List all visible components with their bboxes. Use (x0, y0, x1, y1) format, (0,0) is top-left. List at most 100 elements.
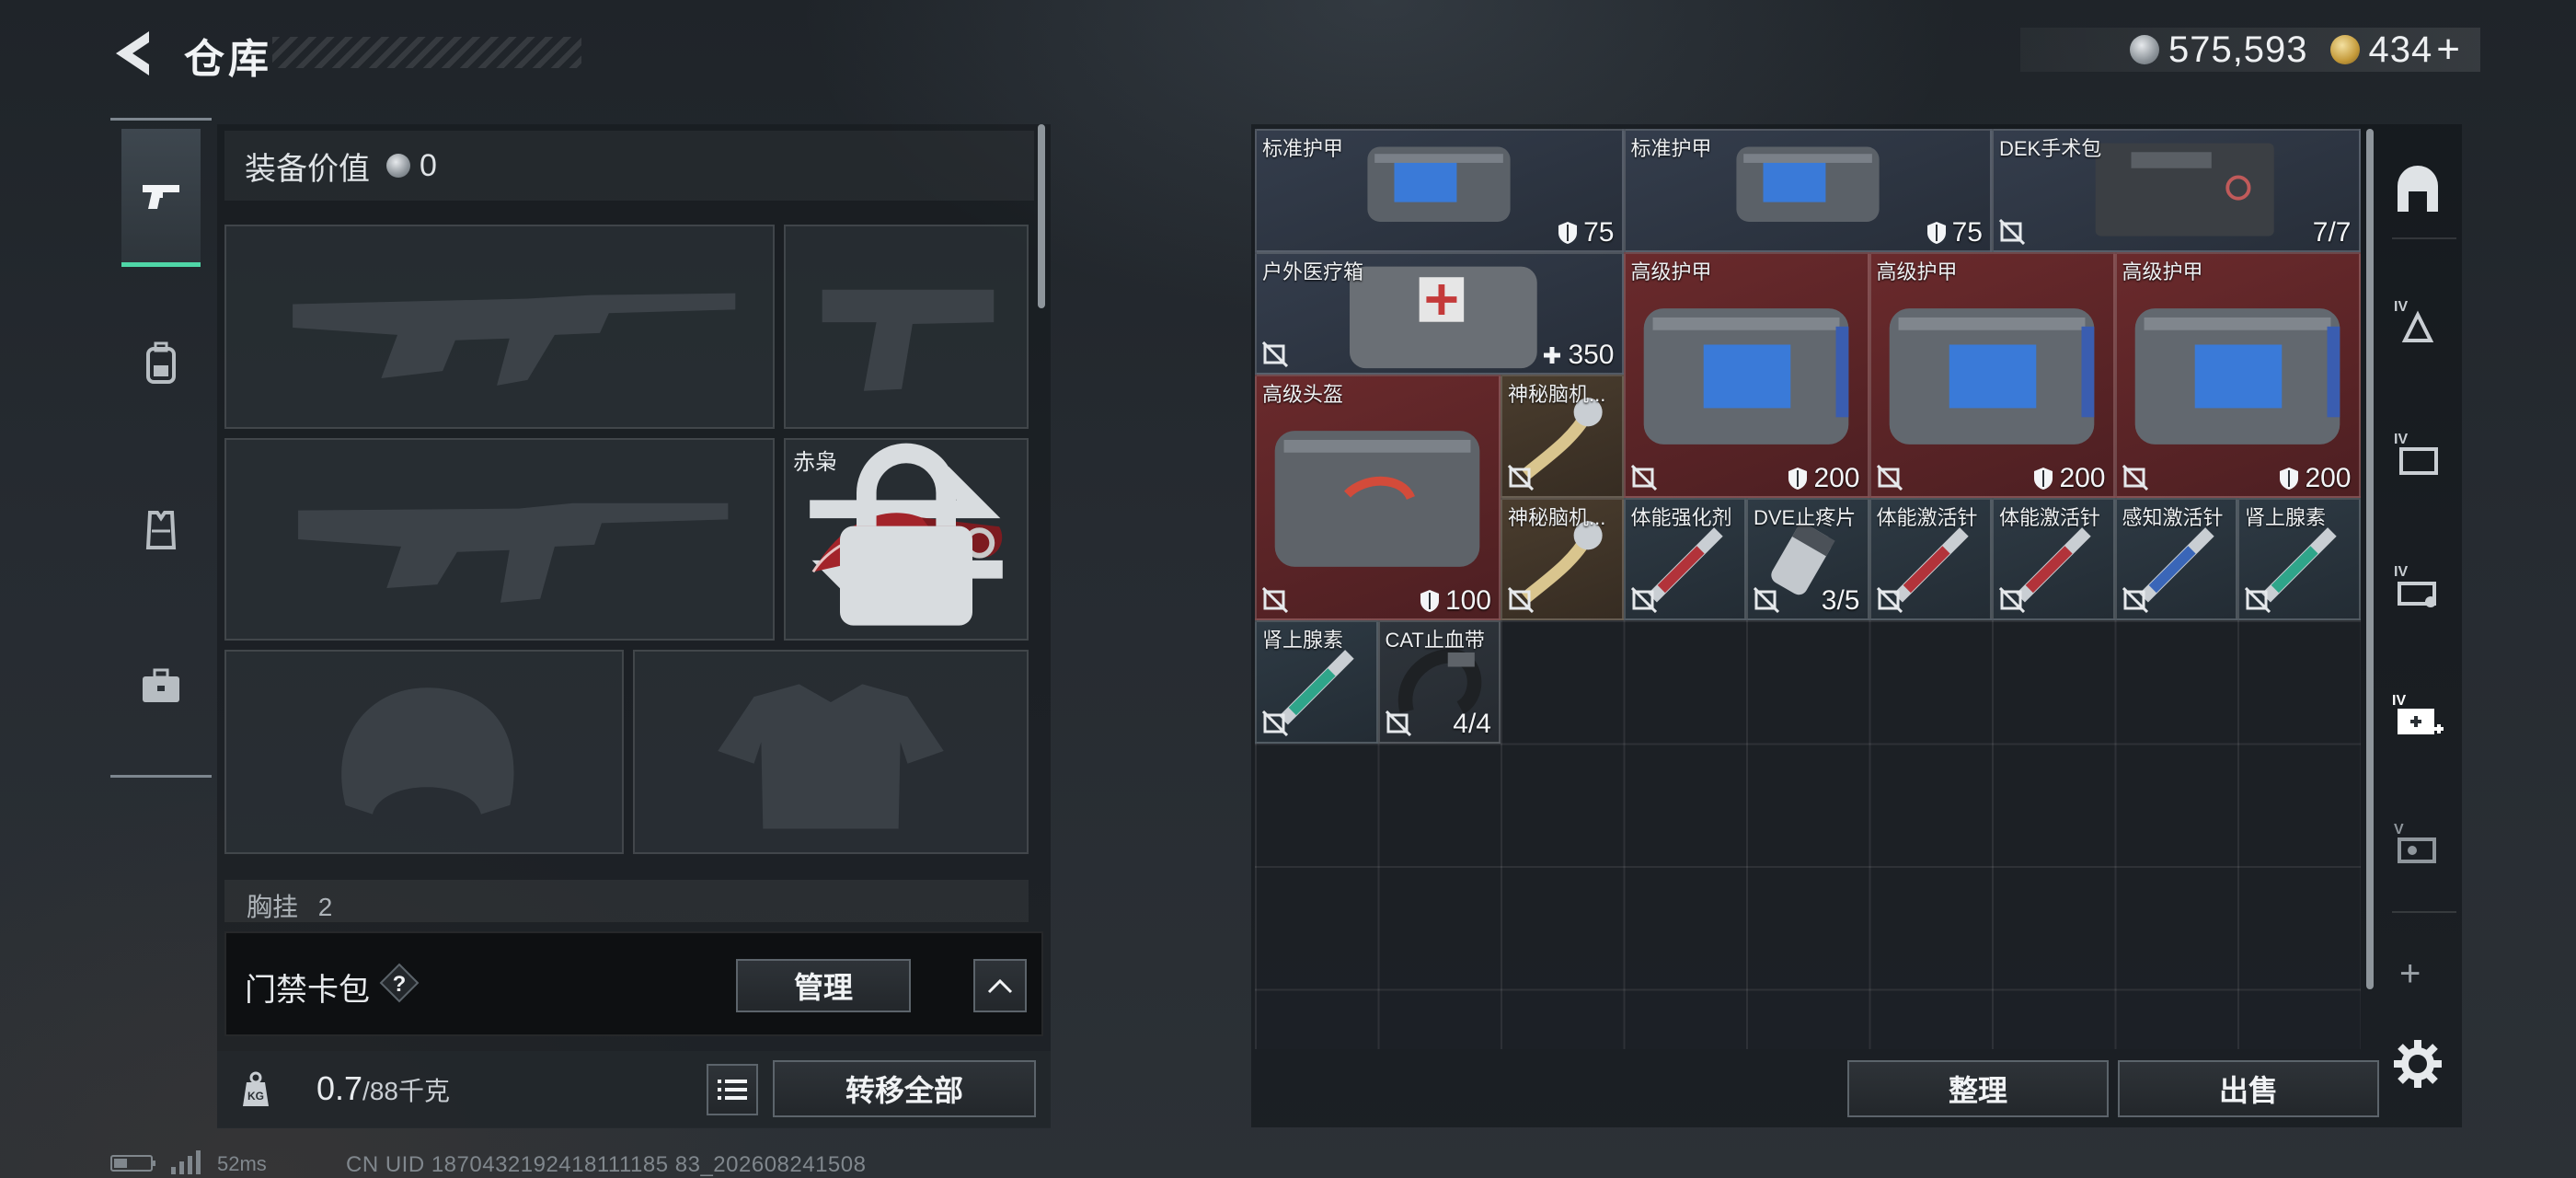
manage-button[interactable]: 管理 (736, 959, 911, 1012)
backpack-icon (146, 341, 176, 384)
tabs-top-divider (110, 118, 212, 121)
list-view-button[interactable] (707, 1064, 758, 1115)
stash-item[interactable]: 标准护甲 75 (1255, 129, 1624, 252)
item-stat: 200 (1788, 463, 1860, 494)
collapse-button[interactable] (973, 959, 1027, 1012)
gold-coin-icon (2329, 35, 2360, 64)
tier4-armor-icon[interactable]: IV (2390, 294, 2445, 350)
stash-item[interactable]: 肾上腺素 (2237, 497, 2361, 620)
tab-case[interactable] (121, 617, 201, 755)
stash-item[interactable]: 高级头盔 100 (1255, 375, 1501, 620)
tab-backpack[interactable] (121, 294, 201, 433)
signal-icon (171, 1150, 201, 1174)
gear-icon[interactable] (2392, 1038, 2444, 1090)
item-name: DVE止疼片 (1754, 505, 1857, 529)
uninsured-icon (1262, 341, 1288, 367)
user-uid: CN UID 1870432192418111185 83_2026082415… (346, 1152, 867, 1177)
sidearm-slot[interactable] (784, 225, 1029, 429)
chest-rig-slot[interactable]: 胸挂 2 (224, 880, 1029, 922)
uninsured-icon (1630, 587, 1657, 613)
help-icon[interactable]: ? (379, 963, 420, 1003)
helmet-silhouette-icon (341, 687, 514, 814)
keycard-wallet-bar: 门禁卡包 ? 管理 (224, 931, 1043, 1036)
primary-weapon-slot[interactable] (224, 225, 775, 429)
melee-slot[interactable]: 赤枭 (784, 438, 1029, 641)
uninsured-icon (1999, 587, 2025, 613)
keycard-label: 门禁卡包 (245, 973, 370, 1008)
pistol-icon (143, 184, 179, 209)
stash-item[interactable]: 体能激活针 (1992, 497, 2115, 620)
uninsured-icon (1754, 587, 1779, 613)
add-container-button[interactable]: + (2399, 953, 2421, 995)
transfer-all-button[interactable]: 转移全部 (773, 1060, 1036, 1117)
armor-slot[interactable] (633, 650, 1029, 854)
uninsured-icon (1876, 587, 1903, 613)
stash-item[interactable]: DEK手术包 7/7 (1992, 129, 2361, 252)
stash-item[interactable]: 肾上腺素 (1255, 620, 1378, 744)
tier4-card-icon[interactable]: IV (2390, 560, 2445, 615)
gold-add-button[interactable]: + (2436, 27, 2460, 73)
stash-item[interactable]: 高级护甲 200 (1869, 251, 2115, 498)
silver-coin-icon (386, 154, 410, 178)
tier4-folder-icon[interactable]: IV (2390, 427, 2445, 482)
secondary-weapon-slot[interactable] (224, 438, 775, 641)
battery-icon (110, 1155, 155, 1172)
silver-amount: 575,593 (2168, 29, 2308, 70)
rifle-silhouette-icon (293, 293, 736, 386)
lock-icon (840, 443, 972, 626)
help-mark: ? (393, 972, 407, 997)
stash-item[interactable]: 高级护甲 200 (1623, 251, 1869, 498)
chest-count: 2 (317, 893, 333, 921)
item-name: 户外医疗箱 (1262, 260, 1364, 283)
svg-text:V: V (2394, 822, 2404, 837)
weight-kg-icon: KG (243, 1071, 269, 1106)
item-name: 体能激活针 (1999, 505, 2101, 529)
gold-amount: 434 (2368, 29, 2433, 70)
uninsured-icon (2122, 587, 2148, 613)
item-name: 体能激活针 (1876, 505, 1978, 529)
item-name: 肾上腺素 (2245, 505, 2327, 529)
tier5-card-icon[interactable]: V (2390, 817, 2445, 872)
stash-item[interactable]: 标准护甲 75 (1623, 129, 1992, 252)
vest-icon (145, 511, 177, 549)
equip-value-label: 装备价值 (245, 151, 370, 187)
back-arrow-icon[interactable] (109, 28, 156, 79)
item-stat: 200 (2279, 463, 2352, 494)
stash-item[interactable]: 体能强化剂 (1623, 497, 1746, 620)
tier4-medkit-icon[interactable]: IV (2390, 688, 2445, 744)
uninsured-icon (1262, 587, 1288, 613)
stash-item[interactable]: 感知激活针 (2114, 497, 2237, 620)
item-stat: 75 (1558, 217, 1615, 248)
safe-room-icon[interactable] (2390, 164, 2445, 219)
stash-item[interactable]: 体能激活针 (1869, 497, 1992, 620)
stash-item[interactable]: CAT止血带 4/4 (1377, 620, 1501, 744)
uninsured-icon (1385, 710, 1411, 736)
item-stat: 100 (1420, 585, 1491, 617)
tab-weapons[interactable] (121, 129, 201, 267)
tab-vest[interactable] (121, 460, 201, 598)
stash-item[interactable]: 户外医疗箱 350 (1255, 251, 1624, 375)
sell-button[interactable]: 出售 (2118, 1060, 2379, 1117)
stash-item[interactable]: DVE止疼片 3/5 (1746, 497, 1869, 620)
svg-text:IV: IV (2394, 564, 2408, 580)
item-stat: 4/4 (1453, 708, 1491, 739)
item-name: 体能强化剂 (1630, 505, 1732, 529)
uninsured-icon (1508, 587, 1534, 613)
weight-max: /88千克 (362, 1077, 450, 1105)
stash-item[interactable]: 神秘脑机... (1501, 375, 1624, 498)
loadout-scrollbar[interactable] (1038, 124, 1045, 308)
item-name: 感知激活针 (2122, 505, 2224, 529)
item-stat: 350 (1542, 340, 1615, 371)
rail-divider (2392, 237, 2456, 239)
uninsured-icon (2122, 464, 2148, 491)
stash-scrollbar[interactable] (2366, 129, 2374, 989)
helmet-slot[interactable] (224, 650, 624, 854)
chevron-up-icon (987, 978, 1013, 994)
stash-item[interactable]: 神秘脑机... (1501, 497, 1624, 620)
item-stat: 200 (2033, 463, 2106, 494)
sort-button[interactable]: 整理 (1847, 1060, 2109, 1117)
svg-text:IV: IV (2394, 432, 2408, 447)
uninsured-icon (1508, 464, 1534, 491)
stash-item[interactable]: 高级护甲 200 (2114, 251, 2361, 498)
item-art-icon (1889, 307, 2094, 445)
